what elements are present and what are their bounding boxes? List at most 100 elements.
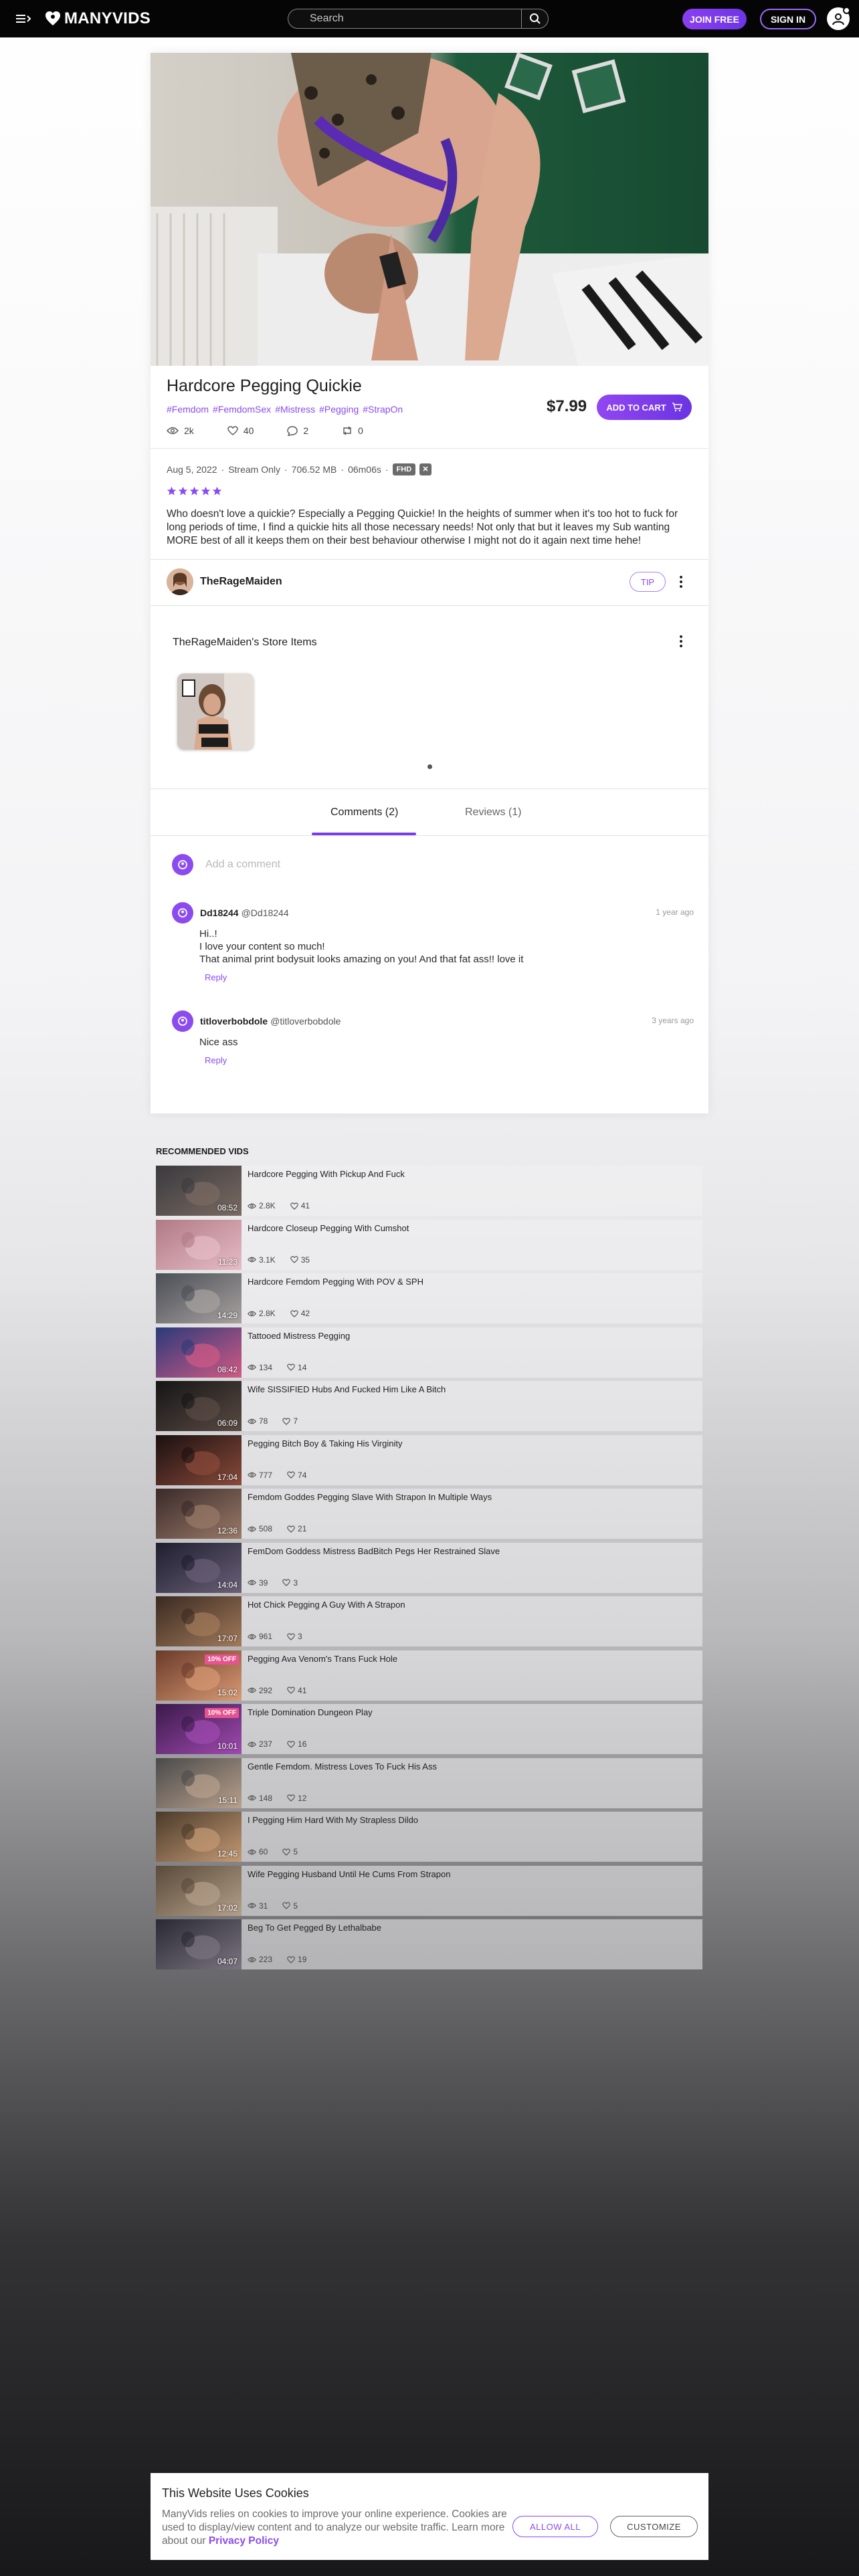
current-user-avatar — [172, 854, 193, 875]
hamburger-menu-icon[interactable] — [15, 12, 32, 25]
recommended-item[interactable]: 17:07 Hot Chick Pegging A Guy With A Stra… — [156, 1596, 702, 1646]
eye-icon — [248, 1741, 256, 1747]
creator-name[interactable]: TheRageMaiden — [200, 576, 282, 588]
video-title[interactable]: Femdom Goddes Pegging Slave With Strapon… — [248, 1492, 492, 1502]
tab-comments[interactable]: Comments (2) — [330, 807, 398, 819]
video-thumbnail[interactable]: 08:42 — [156, 1327, 242, 1378]
heart-icon — [282, 1848, 291, 1856]
video-thumbnail[interactable]: 12:45 — [156, 1812, 242, 1862]
carousel-dot[interactable] — [427, 764, 432, 769]
video-title[interactable]: Tattooed Mistress Pegging — [248, 1331, 350, 1341]
likes-stat: 35 — [290, 1255, 310, 1265]
likes-stat[interactable]: 40 — [227, 425, 254, 436]
search-input[interactable] — [288, 9, 521, 28]
privacy-policy-link[interactable]: Privacy Policy — [209, 2535, 279, 2547]
commenter-name[interactable]: Dd18244 — [200, 907, 239, 918]
recommended-item[interactable]: 12:36 Femdom Goddes Pegging Slave With St… — [156, 1489, 702, 1539]
commenter-name[interactable]: titloverbobdole — [200, 1016, 268, 1027]
eye-icon — [248, 1418, 256, 1424]
recommended-item[interactable]: 06:09 Wife SISSIFIED Hubs And Fucked Him … — [156, 1381, 702, 1431]
video-title[interactable]: Wife Pegging Husband Until He Cums From … — [248, 1869, 450, 1879]
recommended-item[interactable]: 08:52 Hardcore Pegging With Pickup And Fu… — [156, 1166, 702, 1216]
recommended-item[interactable]: 08:42 Tattooed Mistress Pegging 134 14 — [156, 1327, 702, 1378]
likes-count: 3 — [293, 1578, 298, 1588]
reply-link[interactable]: Reply — [205, 1055, 694, 1065]
reposts-count: 0 — [358, 425, 363, 436]
recommended-item[interactable]: 11:23 Hardcore Closeup Pegging With Cumsh… — [156, 1219, 702, 1270]
video-thumbnail[interactable]: 06:09 — [156, 1381, 242, 1431]
views-stat: 3.1K — [248, 1255, 276, 1265]
store-more-options-icon[interactable] — [672, 632, 690, 651]
video-thumbnail[interactable]: 08:52 — [156, 1166, 242, 1216]
video-title[interactable]: Gentle Femdom. Mistress Loves To Fuck Hi… — [248, 1761, 437, 1772]
eye-icon — [248, 1849, 256, 1854]
tag-link[interactable]: #Mistress — [275, 404, 315, 415]
video-title[interactable]: I Pegging Him Hard With My Strapless Dil… — [248, 1815, 418, 1825]
divider — [151, 788, 708, 789]
video-title[interactable]: Hardcore Pegging With Pickup And Fuck — [248, 1169, 405, 1179]
video-stats: 961 3 — [248, 1632, 302, 1641]
user-account-button[interactable] — [827, 7, 850, 30]
add-to-cart-button[interactable]: ADD TO CART — [597, 395, 692, 420]
tag-link[interactable]: #StrapOn — [363, 404, 403, 415]
video-title[interactable]: Pegging Bitch Boy & Taking His Virginity — [248, 1438, 402, 1448]
views-count: 237 — [259, 1739, 273, 1749]
allow-all-button[interactable]: ALLOW ALL — [512, 2516, 598, 2537]
video-meta: Aug 5, 2022 · Stream Only · 706.52 MB · … — [167, 463, 432, 475]
recommended-item[interactable]: 04:07 Beg To Get Pegged By Lethalbabe 223 1… — [156, 1919, 702, 1969]
video-thumbnail[interactable]: 12:36 — [156, 1489, 242, 1539]
tag-link[interactable]: #Femdom — [167, 404, 209, 415]
video-thumbnail[interactable]: 14:29 — [156, 1273, 242, 1323]
video-thumbnail[interactable]: 17:07 — [156, 1596, 242, 1646]
video-thumbnail[interactable]: 17:04 — [156, 1434, 242, 1485]
video-title[interactable]: Hot Chick Pegging A Guy With A Strapon — [248, 1600, 405, 1610]
tab-reviews[interactable]: Reviews (1) — [465, 807, 521, 819]
comment-input[interactable] — [205, 859, 674, 871]
tag-link[interactable]: #Pegging — [319, 404, 359, 415]
store-item-thumbnail[interactable] — [177, 673, 254, 750]
video-stats: 39 3 — [248, 1578, 298, 1588]
video-title[interactable]: Pegging Ava Venom's Trans Fuck Hole — [248, 1654, 397, 1664]
video-title[interactable]: Hardcore Femdom Pegging With POV & SPH — [248, 1277, 423, 1287]
commenter-avatar[interactable] — [172, 1010, 193, 1032]
recommended-item[interactable]: 17:02 Wife Pegging Husband Until He Cums … — [156, 1865, 702, 1916]
tag-link[interactable]: #FemdomSex — [213, 404, 271, 415]
video-thumbnail[interactable]: 14:04 — [156, 1542, 242, 1593]
creator-avatar[interactable] — [167, 568, 193, 595]
reposts-stat[interactable]: 0 — [342, 425, 363, 436]
heart-icon — [287, 1794, 295, 1802]
x-icon — [423, 466, 428, 471]
recommended-item[interactable]: 15:11 Gentle Femdom. Mistress Loves To Fu… — [156, 1757, 702, 1808]
tip-button[interactable]: TIP — [630, 572, 666, 592]
eye-icon — [248, 1957, 256, 1962]
sign-in-button[interactable]: SIGN IN — [760, 9, 816, 29]
creator-info[interactable]: TheRageMaiden — [167, 568, 282, 595]
reply-link[interactable]: Reply — [205, 972, 694, 982]
commenter-avatar[interactable] — [172, 902, 193, 924]
video-thumbnail[interactable]: 04:07 — [156, 1919, 242, 1969]
join-free-button[interactable]: JOIN FREE — [682, 9, 747, 29]
manyvids-logo[interactable]: MANYVIDS — [45, 8, 151, 29]
video-title[interactable]: Wife SISSIFIED Hubs And Fucked Him Like … — [248, 1384, 446, 1394]
recommended-item[interactable]: 10% OFF 15:02 Pegging Ava Venom's Trans Fu… — [156, 1650, 702, 1701]
recommended-item[interactable]: 14:29 Hardcore Femdom Pegging With POV & … — [156, 1273, 702, 1323]
recommended-item[interactable]: 12:45 I Pegging Him Hard With My Straples… — [156, 1812, 702, 1862]
video-title[interactable]: Beg To Get Pegged By Lethalbabe — [248, 1923, 381, 1933]
video-thumbnail[interactable]: 15:11 — [156, 1757, 242, 1808]
recommended-item[interactable]: 10% OFF 10:01 Triple Domination Dungeon Pl… — [156, 1704, 702, 1754]
video-title[interactable]: Hardcore Closeup Pegging With Cumshot — [248, 1223, 409, 1233]
recommended-item[interactable]: 14:04 FemDom Goddess Mistress BadBitch Pe… — [156, 1542, 702, 1593]
video-title[interactable]: FemDom Goddess Mistress BadBitch Pegs He… — [248, 1546, 500, 1556]
customize-button[interactable]: CUSTOMIZE — [610, 2516, 698, 2537]
video-thumbnail[interactable]: 10% OFF 15:02 — [156, 1650, 242, 1701]
recommended-item[interactable]: 17:04 Pegging Bitch Boy & Taking His Virg… — [156, 1434, 702, 1485]
divider — [151, 448, 708, 449]
video-player[interactable] — [151, 53, 708, 366]
search-button[interactable] — [521, 9, 548, 28]
video-thumbnail[interactable]: 11:23 — [156, 1219, 242, 1270]
video-thumbnail[interactable]: 10% OFF 10:01 — [156, 1704, 242, 1754]
video-thumbnail[interactable]: 17:02 — [156, 1865, 242, 1916]
video-title[interactable]: Triple Domination Dungeon Play — [248, 1707, 373, 1717]
more-options-icon[interactable] — [672, 572, 690, 591]
comments-stat[interactable]: 2 — [287, 425, 308, 436]
